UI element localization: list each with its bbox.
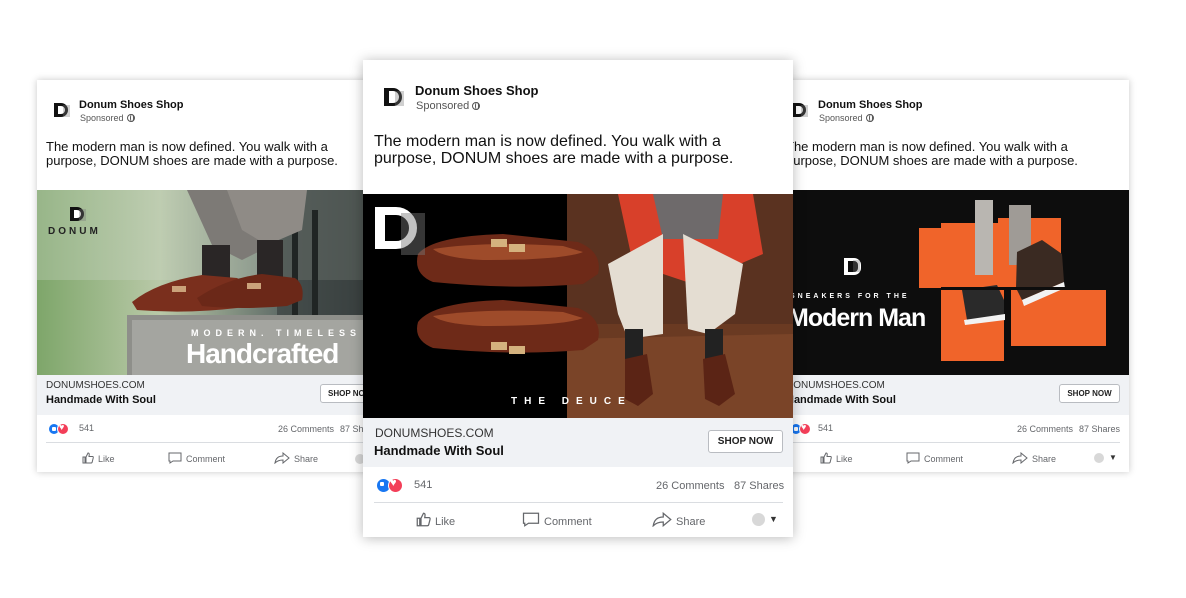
reaction-count[interactable]: 541: [79, 423, 94, 433]
donum-logo-icon[interactable]: [54, 103, 70, 119]
comment-label: Comment: [924, 454, 964, 464]
link-domain: DONUMSHOES.COM: [786, 380, 885, 391]
like-label: Like: [836, 454, 853, 464]
post-caption: The modern man is now defined. You walk …: [374, 133, 734, 167]
like-button[interactable]: Like: [820, 452, 853, 464]
comment-icon: [906, 452, 920, 464]
brand-wordmark: DONUM: [48, 226, 101, 237]
shop-now-button[interactable]: SHOP NOW: [1059, 384, 1120, 403]
globe-icon: [865, 114, 874, 122]
share-count[interactable]: 87 Shares: [1079, 424, 1120, 434]
link-domain: DONUMSHOES.COM: [375, 426, 494, 440]
share-button[interactable]: Share: [274, 452, 318, 464]
comment-label: Comment: [186, 454, 226, 464]
divider: [786, 442, 1120, 443]
ad-image[interactable]: DONUM MODERN. TIMELESS Handcrafted: [37, 190, 389, 375]
ad-image[interactable]: SNEAKERS FOR THE Modern Man: [772, 190, 1129, 375]
love-reaction-icon: [388, 477, 403, 493]
sponsored-text: Sponsored: [819, 113, 863, 123]
share-icon: [1012, 452, 1028, 464]
share-button[interactable]: Share: [652, 512, 705, 528]
love-reaction-icon: [799, 422, 811, 435]
globe-icon: [126, 114, 135, 122]
comment-count[interactable]: 26 Comments: [656, 480, 724, 492]
avatar-icon[interactable]: [1094, 453, 1104, 463]
sponsored-label: Sponsored: [80, 113, 135, 123]
share-icon: [652, 512, 672, 527]
shoe-photo: [417, 194, 793, 418]
globe-icon: [472, 102, 481, 110]
image-tagline: SNEAKERS FOR THE: [790, 293, 910, 300]
share-label: Share: [676, 516, 706, 528]
share-label: Share: [1032, 454, 1057, 464]
link-preview-bar[interactable]: DONUMSHOES.COM Handmade With Soul SHOP N…: [37, 375, 389, 415]
like-button[interactable]: Like: [416, 512, 455, 528]
image-headline: Modern Man: [788, 304, 926, 332]
page-name[interactable]: Donum Shoes Shop: [818, 99, 923, 111]
thumbs-up-icon: [416, 512, 431, 527]
image-headline: Handcrafted: [186, 338, 339, 369]
image-tagline: MODERN. TIMELESS: [191, 328, 362, 338]
sponsored-text: Sponsored: [80, 113, 124, 123]
ad-image[interactable]: THE DEUCE: [363, 194, 793, 418]
shop-now-button[interactable]: SHOP NOW: [708, 430, 783, 453]
share-icon: [274, 452, 290, 464]
comment-count[interactable]: 26 Comments: [1017, 424, 1073, 434]
comment-icon: [168, 452, 182, 464]
love-reaction-icon: [57, 422, 69, 435]
caret-down-icon[interactable]: ▼: [769, 514, 778, 524]
reaction-count[interactable]: 541: [818, 423, 833, 433]
reaction-icons[interactable]: [790, 422, 816, 437]
share-label: Share: [294, 454, 319, 464]
donum-logo-icon: [70, 207, 86, 221]
page-name[interactable]: Donum Shoes Shop: [79, 99, 184, 111]
donum-logo-icon[interactable]: [792, 103, 808, 119]
sneaker-photo: [919, 200, 1121, 361]
comment-button[interactable]: Comment: [168, 452, 225, 464]
donum-logo-icon: [375, 207, 425, 257]
image-tagline: THE DEUCE: [511, 396, 632, 407]
comment-count[interactable]: 26 Comments: [278, 424, 334, 434]
thumbs-up-icon: [82, 452, 94, 464]
divider: [374, 502, 783, 503]
link-headline: Handmade With Soul: [374, 443, 504, 458]
like-label: Like: [98, 454, 115, 464]
ad-card-right: Donum Shoes Shop Sponsored The modern ma…: [772, 80, 1129, 472]
comment-button[interactable]: Comment: [522, 512, 592, 528]
sponsored-text: Sponsored: [416, 100, 470, 112]
caret-down-icon[interactable]: ▼: [1109, 453, 1117, 462]
comment-label: Comment: [544, 516, 592, 528]
comment-icon: [522, 512, 540, 527]
ad-card-left: Donum Shoes Shop Sponsored The modern ma…: [37, 80, 389, 472]
link-preview-bar[interactable]: DONUMSHOES.COM Handmade With Soul SHOP N…: [363, 418, 793, 467]
like-button[interactable]: Like: [82, 452, 115, 464]
sponsored-label: Sponsored: [819, 113, 874, 123]
link-headline: Handmade With Soul: [46, 394, 156, 406]
post-caption: The modern man is now defined. You walk …: [46, 139, 338, 168]
reaction-icons[interactable]: [48, 422, 74, 437]
comment-button[interactable]: Comment: [906, 452, 963, 464]
link-domain: DONUMSHOES.COM: [46, 380, 145, 391]
reaction-count[interactable]: 541: [414, 479, 432, 491]
link-preview-bar[interactable]: DONUMSHOES.COM Handmade With Soul SHOP N…: [772, 375, 1129, 415]
sponsored-label: Sponsored: [416, 100, 481, 112]
reaction-icons[interactable]: [376, 477, 408, 493]
like-label: Like: [435, 516, 456, 528]
share-count[interactable]: 87 Shares: [734, 480, 784, 492]
donum-logo-icon[interactable]: [384, 88, 404, 108]
ad-card-center: Donum Shoes Shop Sponsored The modern ma…: [363, 60, 793, 537]
share-button[interactable]: Share: [1012, 452, 1056, 464]
link-headline: Handmade With Soul: [786, 394, 896, 406]
thumbs-up-icon: [820, 452, 832, 464]
page-name[interactable]: Donum Shoes Shop: [415, 83, 539, 98]
post-caption: The modern man is now defined. You walk …: [786, 139, 1078, 168]
divider: [46, 442, 380, 443]
avatar-icon[interactable]: [752, 513, 765, 526]
